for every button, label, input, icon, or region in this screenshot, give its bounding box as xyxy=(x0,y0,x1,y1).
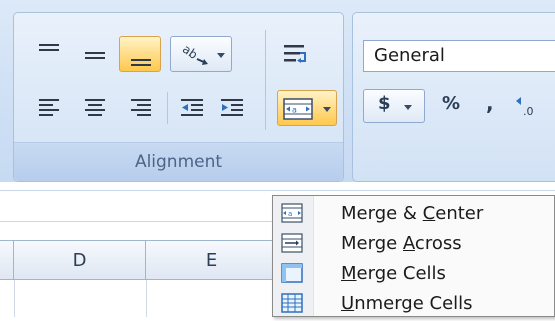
decrease-indent-button[interactable] xyxy=(172,90,210,126)
middle-align-icon xyxy=(82,42,108,68)
merge-center-button[interactable]: a xyxy=(277,90,337,126)
unmerge-cells-icon xyxy=(281,293,303,313)
separator xyxy=(167,92,168,124)
wrap-text-icon xyxy=(284,45,306,63)
bottom-align-button[interactable] xyxy=(119,36,161,72)
align-right-button[interactable] xyxy=(119,90,161,126)
align-center-button[interactable] xyxy=(73,90,115,126)
menu-item-unmerge-cells[interactable]: Unmerge Cells xyxy=(273,286,554,321)
increase-indent-button[interactable] xyxy=(212,90,252,126)
increase-decimal-button[interactable]: .0 xyxy=(509,89,549,123)
align-center-icon xyxy=(82,96,108,122)
svg-text:a: a xyxy=(292,106,297,115)
comma-button[interactable]: , xyxy=(475,89,503,123)
column-header-e[interactable]: E xyxy=(146,240,278,280)
alignment-group-label[interactable]: Alignment xyxy=(14,142,343,181)
middle-align-button[interactable] xyxy=(73,36,115,72)
chevron-down-icon xyxy=(217,53,225,58)
percent-button[interactable]: % xyxy=(433,89,467,123)
increase-decimal-icon: .0 xyxy=(516,97,534,118)
column-header-d[interactable]: D xyxy=(14,240,146,280)
top-align-icon xyxy=(36,42,62,68)
number-format-buttons: $ % , .0 xyxy=(363,89,555,123)
increase-indent-icon xyxy=(221,99,243,116)
chevron-down-icon xyxy=(404,105,412,110)
chevron-down-icon[interactable] xyxy=(323,107,331,112)
align-right-icon xyxy=(128,96,154,122)
svg-text:.0: .0 xyxy=(523,105,534,118)
merge-center-icon: a xyxy=(283,98,313,120)
percent-label: % xyxy=(442,93,461,114)
currency-label: $ xyxy=(378,93,391,114)
currency-button[interactable]: $ xyxy=(363,89,425,123)
merge-cells-icon xyxy=(281,263,303,283)
merge-menu: a Merge & Center Merge Across Merge Cell… xyxy=(272,195,555,317)
orientation-icon: ab xyxy=(180,43,208,65)
gridline xyxy=(14,280,15,317)
wrap-text-button[interactable] xyxy=(275,36,315,72)
separator xyxy=(265,30,266,130)
top-align-button[interactable] xyxy=(27,36,69,72)
orientation-button[interactable]: ab xyxy=(170,36,232,72)
merge-across-icon xyxy=(281,233,303,253)
bottom-align-icon xyxy=(128,42,154,68)
gridline xyxy=(146,280,147,317)
align-left-button[interactable] xyxy=(27,90,69,126)
column-header-c[interactable] xyxy=(0,240,14,280)
menu-item-label: Unmerge Cells xyxy=(341,293,473,314)
decrease-indent-icon xyxy=(181,99,203,116)
number-format-select[interactable]: General xyxy=(363,40,555,72)
comma-label: , xyxy=(486,91,494,115)
align-left-icon xyxy=(36,96,62,122)
merge-center-icon: a xyxy=(281,203,303,223)
svg-text:a: a xyxy=(288,210,292,218)
